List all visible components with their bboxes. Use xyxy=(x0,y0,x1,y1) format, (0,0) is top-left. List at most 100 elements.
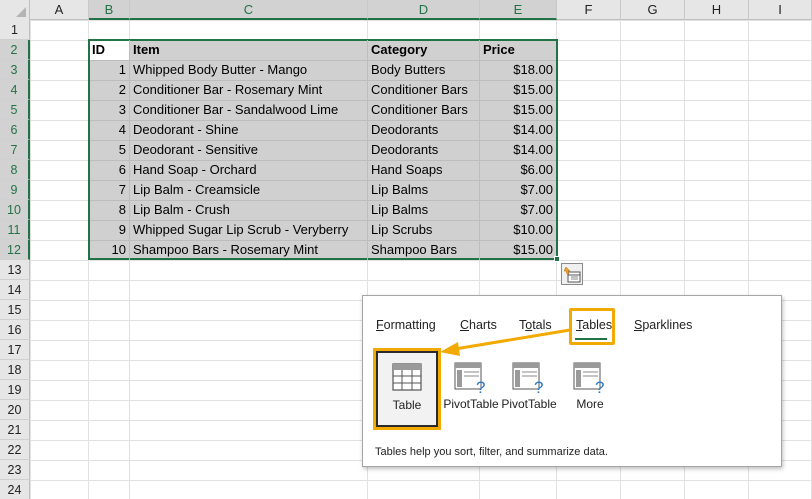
column-header-h[interactable]: H xyxy=(685,0,749,20)
cell-price[interactable]: $7.00 xyxy=(480,180,556,200)
header-cell-item[interactable]: Item xyxy=(130,40,367,60)
cell-category[interactable]: Deodorants xyxy=(368,140,479,160)
row-header-24[interactable]: 24 xyxy=(0,480,30,499)
cell-item[interactable]: Deodorant - Shine xyxy=(130,120,367,140)
row-header-12[interactable]: 12 xyxy=(0,240,30,260)
column-header-i[interactable]: I xyxy=(749,0,812,20)
cell-id[interactable]: 5 xyxy=(89,140,129,160)
cell-price[interactable]: $15.00 xyxy=(480,100,556,120)
cell-id[interactable]: 1 xyxy=(89,60,129,80)
tab-accelerator: C xyxy=(460,318,470,332)
cell-category[interactable]: Lip Scrubs xyxy=(368,220,479,240)
svg-text:?: ? xyxy=(534,378,543,394)
row-header-23[interactable]: 23 xyxy=(0,460,30,480)
cell-id[interactable]: 3 xyxy=(89,100,129,120)
cell-category[interactable]: Shampoo Bars xyxy=(368,240,479,260)
pivottable-option-1[interactable]: ? PivotTable xyxy=(440,348,502,428)
row-header-9[interactable]: 9 xyxy=(0,180,30,200)
cell-price[interactable]: $14.00 xyxy=(480,120,556,140)
cell-price[interactable]: $14.00 xyxy=(480,140,556,160)
cell-item[interactable]: Conditioner Bar - Sandalwood Lime xyxy=(130,100,367,120)
pivottable-option-label: PivotTable xyxy=(501,397,557,411)
header-cell-price[interactable]: Price xyxy=(480,40,556,60)
row-header-4[interactable]: 4 xyxy=(0,80,30,100)
row-header-15[interactable]: 15 xyxy=(0,300,30,320)
more-option-label: More xyxy=(576,397,604,411)
more-option[interactable]: ? More xyxy=(559,348,621,428)
row-header-1[interactable]: 1 xyxy=(0,20,30,40)
column-header-a[interactable]: A xyxy=(30,0,89,20)
row-header-6[interactable]: 6 xyxy=(0,120,30,140)
svg-text:?: ? xyxy=(595,378,604,394)
column-header-c[interactable]: C xyxy=(130,0,368,20)
header-cell-id[interactable]: ID xyxy=(89,40,129,60)
cell-item[interactable]: Whipped Body Butter - Mango xyxy=(130,60,367,80)
row-header-18[interactable]: 18 xyxy=(0,360,30,380)
cell-category[interactable]: Hand Soaps xyxy=(368,160,479,180)
row-header-5[interactable]: 5 xyxy=(0,100,30,120)
row-header-11[interactable]: 11 xyxy=(0,220,30,240)
row-header-21[interactable]: 21 xyxy=(0,420,30,440)
pivottable-option-2[interactable]: ? PivotTable xyxy=(498,348,560,428)
row-header-2[interactable]: 2 xyxy=(0,40,30,60)
row-header-3[interactable]: 3 xyxy=(0,60,30,80)
header-cell-category[interactable]: Category xyxy=(368,40,479,60)
cell-item[interactable]: Whipped Sugar Lip Scrub - Veryberry xyxy=(130,220,367,240)
quick-analysis-panel: Formatting Charts Totals Tables Sparklin… xyxy=(362,295,782,467)
cell-category[interactable]: Lip Balms xyxy=(368,180,479,200)
cell-price[interactable]: $6.00 xyxy=(480,160,556,180)
row-header-22[interactable]: 22 xyxy=(0,440,30,460)
tab-label-rest: harts xyxy=(469,318,497,332)
table-option-label: Table xyxy=(392,398,422,412)
row-header-8[interactable]: 8 xyxy=(0,160,30,180)
cell-item[interactable]: Hand Soap - Orchard xyxy=(130,160,367,180)
cell-item[interactable]: Lip Balm - Crush xyxy=(130,200,367,220)
cell-item[interactable]: Lip Balm - Creamsicle xyxy=(130,180,367,200)
cell-item[interactable]: Shampoo Bars - Rosemary Mint xyxy=(130,240,367,260)
tab-charts[interactable]: Charts xyxy=(460,316,497,334)
row-header-7[interactable]: 7 xyxy=(0,140,30,160)
cell-category[interactable]: Lip Balms xyxy=(368,200,479,220)
column-header-b[interactable]: B xyxy=(89,0,130,20)
cell-category[interactable]: Body Butters xyxy=(368,60,479,80)
cell-id[interactable]: 9 xyxy=(89,220,129,240)
cell-item[interactable]: Conditioner Bar - Rosemary Mint xyxy=(130,80,367,100)
row-header-10[interactable]: 10 xyxy=(0,200,30,220)
cell-category[interactable]: Deodorants xyxy=(368,120,479,140)
fill-handle[interactable] xyxy=(554,256,560,262)
cell-id[interactable]: 6 xyxy=(89,160,129,180)
cell-id[interactable]: 4 xyxy=(89,120,129,140)
tab-label-rest: tals xyxy=(532,318,552,332)
cell-price[interactable]: $15.00 xyxy=(480,240,556,260)
cell-price[interactable]: $15.00 xyxy=(480,80,556,100)
tab-formatting[interactable]: Formatting xyxy=(376,316,436,334)
row-header-14[interactable]: 14 xyxy=(0,280,30,300)
row-header-16[interactable]: 16 xyxy=(0,320,30,340)
cell-price[interactable]: $7.00 xyxy=(480,200,556,220)
cell-price[interactable]: $10.00 xyxy=(480,220,556,240)
tab-totals[interactable]: Totals xyxy=(519,316,552,334)
column-header-e[interactable]: E xyxy=(480,0,557,20)
row-header-19[interactable]: 19 xyxy=(0,380,30,400)
cell-price[interactable]: $18.00 xyxy=(480,60,556,80)
pivottable-icon: ? xyxy=(454,362,485,394)
cell-id[interactable]: 8 xyxy=(89,200,129,220)
cell-id[interactable]: 7 xyxy=(89,180,129,200)
cell-category[interactable]: Conditioner Bars xyxy=(368,100,479,120)
cell-category[interactable]: Conditioner Bars xyxy=(368,80,479,100)
cell-item[interactable]: Deodorant - Sensitive xyxy=(130,140,367,160)
quick-analysis-button[interactable] xyxy=(561,263,583,285)
row-header-17[interactable]: 17 xyxy=(0,340,30,360)
column-header-d[interactable]: D xyxy=(368,0,480,20)
row-header-13[interactable]: 13 xyxy=(0,260,30,280)
row-header-20[interactable]: 20 xyxy=(0,400,30,420)
column-header-f[interactable]: F xyxy=(557,0,621,20)
tab-label-rest: ormatting xyxy=(383,318,436,332)
select-all-button[interactable] xyxy=(0,0,30,20)
table-option[interactable]: Table xyxy=(373,348,441,430)
tab-sparklines[interactable]: Sparklines xyxy=(634,316,692,334)
more-pivottables-icon: ? xyxy=(573,362,604,394)
cell-id[interactable]: 10 xyxy=(89,240,129,260)
column-header-g[interactable]: G xyxy=(621,0,685,20)
cell-id[interactable]: 2 xyxy=(89,80,129,100)
